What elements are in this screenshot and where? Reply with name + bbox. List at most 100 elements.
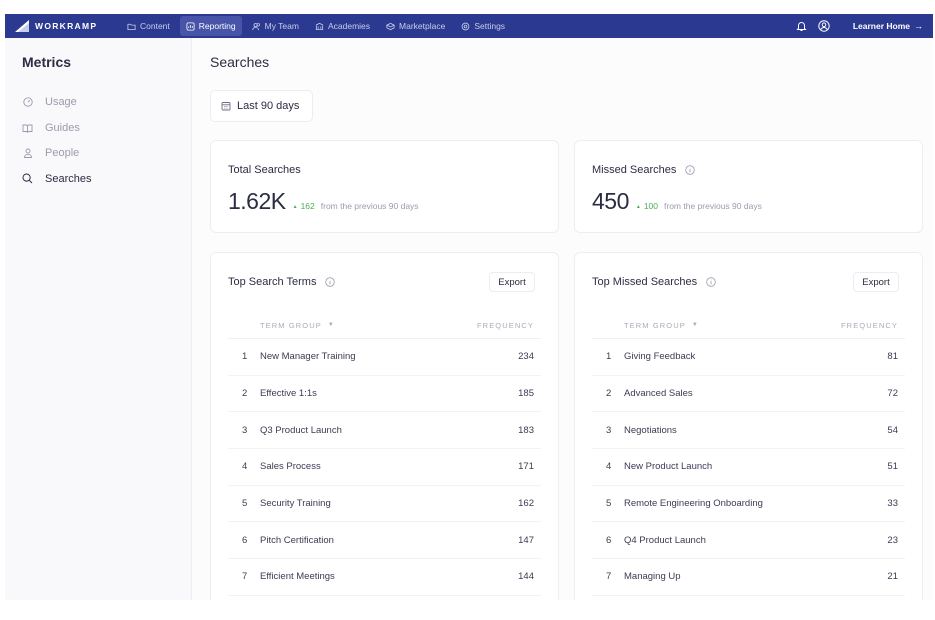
- nav-item-settings[interactable]: Settings: [455, 16, 511, 36]
- learner-home-label: Learner Home: [852, 21, 910, 31]
- card-title-text: Top Missed Searches: [592, 276, 698, 288]
- delta-value: 100: [643, 201, 659, 211]
- row-frequency: 171: [518, 461, 534, 473]
- row-rank: 1: [242, 351, 248, 363]
- sidebar-item-guides[interactable]: Guides: [22, 120, 91, 136]
- row-frequency: 33: [887, 498, 898, 510]
- gauge-icon: [22, 97, 33, 108]
- nav-item-marketplace[interactable]: Marketplace: [380, 16, 451, 36]
- total-searches-delta: ▲ 162: [293, 201, 315, 211]
- row-term: Effective 1:1s: [260, 388, 317, 400]
- row-term: Managing Up: [624, 571, 681, 583]
- nav-item-content[interactable]: Content: [121, 16, 176, 36]
- info-icon[interactable]: [706, 277, 716, 287]
- term-group-sort[interactable]: TERM GROUP ▼: [624, 321, 699, 330]
- row-rank: 3: [242, 424, 248, 436]
- table-row[interactable]: 2 Effective 1:1s 185: [228, 376, 541, 413]
- row-frequency: 183: [518, 424, 534, 436]
- nav-item-label: Content: [140, 21, 170, 31]
- table-row[interactable]: 7 Efficient Meetings 144: [228, 559, 541, 596]
- row-rank: 2: [606, 388, 612, 400]
- row-frequency: 144: [518, 571, 534, 583]
- export-button[interactable]: Export: [489, 272, 535, 292]
- total-searches-label: Total Searches: [228, 164, 301, 176]
- row-rank: 4: [242, 461, 248, 473]
- search-icon: [22, 173, 33, 184]
- column-header-term: TERM GROUP: [624, 320, 686, 330]
- table-row[interactable]: 5 Remote Engineering Onboarding 33: [592, 486, 905, 523]
- row-term: Remote Engineering Onboarding: [624, 498, 763, 510]
- sidebar-item-label: People: [45, 147, 80, 160]
- nav-items: Content Reporting My Team Academies Mark…: [121, 16, 515, 36]
- table-row[interactable]: 7 Managing Up 21: [592, 559, 905, 596]
- row-frequency: 23: [887, 534, 898, 546]
- export-button[interactable]: Export: [853, 272, 899, 292]
- total-searches-row: 1.62K ▲ 162 from the previous 90 days: [228, 188, 419, 215]
- missed-searches-value: 450: [592, 188, 629, 214]
- row-term: Giving Feedback: [624, 351, 696, 363]
- app-window: WORKRAMP Content Reporting My Team Acade…: [5, 14, 933, 600]
- row-rank: 7: [242, 571, 248, 583]
- top-missed-searches-title: Top Missed Searches: [592, 276, 716, 288]
- row-term: Advanced Sales: [624, 388, 693, 400]
- row-frequency: 81: [887, 351, 898, 363]
- nav-item-label: Marketplace: [399, 21, 446, 31]
- table-row[interactable]: 4 New Product Launch 51: [592, 449, 905, 486]
- row-frequency: 234: [518, 351, 534, 363]
- row-rank: 4: [606, 461, 612, 473]
- table-row[interactable]: 3 Q3 Product Launch 183: [228, 412, 541, 450]
- row-term: Negotiations: [624, 424, 677, 436]
- row-rank: 2: [242, 388, 248, 400]
- sidebar-item-usage[interactable]: Usage: [22, 94, 91, 110]
- row-term: Pitch Certification: [260, 534, 334, 546]
- row-frequency: 72: [887, 388, 898, 400]
- card-title-text: Top Search Terms: [228, 276, 317, 288]
- workramp-logo-icon: [15, 20, 29, 32]
- info-icon[interactable]: [325, 277, 336, 287]
- missed-searches-suffix: from the previous 90 days: [664, 201, 762, 211]
- table-row[interactable]: 3 Negotiations 54: [592, 412, 905, 450]
- row-frequency: 51: [887, 461, 898, 473]
- team-icon: [251, 22, 260, 30]
- sidebar-item-people[interactable]: People: [22, 145, 91, 161]
- info-icon[interactable]: [685, 165, 696, 175]
- stat-label-text: Total Searches: [228, 164, 301, 176]
- row-rank: 7: [606, 571, 612, 583]
- top-missed-searches-card: Top Missed Searches Export TERM GROUP ▼ F…: [574, 252, 923, 600]
- marketplace-icon: [386, 22, 396, 30]
- nav-item-academies[interactable]: Academies: [309, 16, 376, 36]
- row-rank: 5: [242, 498, 248, 510]
- table-row[interactable]: 6 Pitch Certification 147: [228, 522, 541, 560]
- notifications-button[interactable]: [795, 19, 809, 33]
- sidebar-item-searches[interactable]: Searches: [22, 171, 91, 187]
- nav-item-my-team[interactable]: My Team: [246, 16, 305, 36]
- table-row[interactable]: 1 Giving Feedback 81: [592, 339, 905, 376]
- row-term: New Manager Training: [260, 351, 356, 363]
- delta-value: 162: [300, 201, 315, 211]
- nav-item-label: My Team: [264, 21, 299, 31]
- missed-searches-label: Missed Searches: [592, 164, 696, 176]
- date-range-button[interactable]: Last 90 days: [210, 90, 313, 122]
- term-group-sort[interactable]: TERM GROUP ▼: [260, 321, 335, 330]
- table-row[interactable]: 2 Advanced Sales 72: [592, 376, 905, 413]
- row-term: Security Training: [260, 498, 331, 510]
- profile-button[interactable]: [817, 19, 831, 33]
- row-frequency: 185: [518, 388, 534, 400]
- table-row[interactable]: 6 Q4 Product Launch 23: [592, 522, 905, 560]
- folder-icon: [127, 23, 136, 30]
- table-row[interactable]: 5 Security Training 162: [228, 486, 541, 523]
- learner-home-link[interactable]: Learner Home →: [853, 21, 923, 31]
- user-circle-icon: [818, 20, 830, 32]
- calendar-icon: [221, 102, 231, 111]
- logo[interactable]: WORKRAMP: [15, 20, 115, 32]
- sidebar-title: Metrics: [22, 54, 72, 70]
- nav-item-reporting[interactable]: Reporting: [179, 16, 242, 36]
- main-content: Searches Last 90 days Total Searches 1.6…: [193, 38, 933, 600]
- top-nav: WORKRAMP Content Reporting My Team Acade…: [5, 14, 933, 38]
- table-row[interactable]: 1 New Manager Training 234: [228, 339, 541, 376]
- total-searches-suffix: from the previous 90 days: [320, 201, 419, 211]
- table-row[interactable]: 4 Sales Process 171: [228, 449, 541, 486]
- bell-icon: [796, 22, 808, 31]
- row-rank: 3: [606, 424, 612, 436]
- gear-icon: [462, 22, 470, 30]
